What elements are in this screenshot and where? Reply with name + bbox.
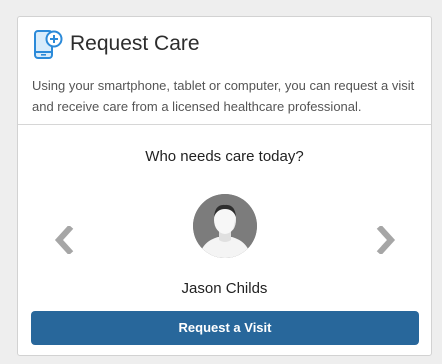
chevron-left-icon[interactable] [53,224,75,256]
who-needs-care-heading: Who needs care today? [145,148,304,165]
request-visit-button[interactable]: Request a Visit [31,311,419,345]
avatar[interactable] [193,194,257,258]
mobile-device-plus-icon [33,28,65,62]
request-care-card: Request Care Using your smartphone, tabl… [17,16,432,356]
user-silhouette-icon [193,194,257,258]
page-description: Using your smartphone, tablet or compute… [32,78,415,114]
chevron-right-icon[interactable] [375,224,397,256]
page-title: Request Care [70,32,200,55]
selected-person-name: Jason Childs [181,280,268,297]
card-header: Request Care Using your smartphone, tabl… [18,17,431,125]
